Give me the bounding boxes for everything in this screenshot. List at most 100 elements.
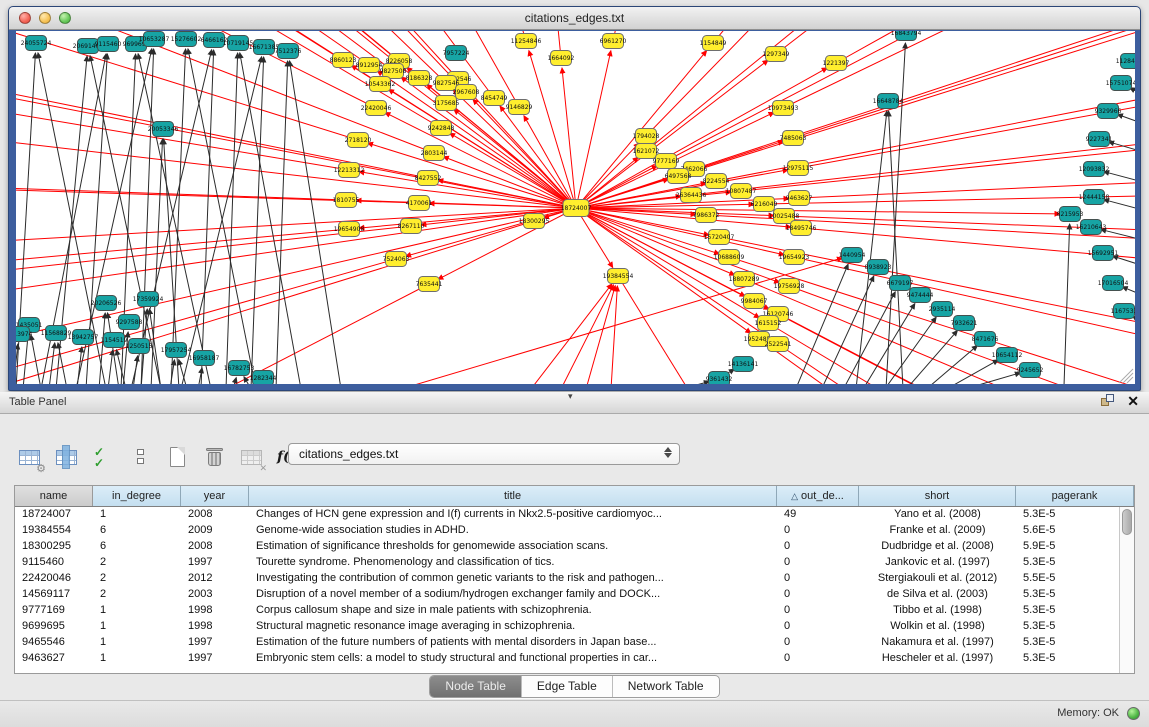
- network-node-label: 9227341: [1086, 136, 1113, 143]
- table-cell: 1: [93, 619, 181, 635]
- network-edge: [611, 286, 617, 384]
- delete-table-button[interactable]: ✕: [238, 444, 266, 472]
- table-settings-button[interactable]: ⚙: [16, 444, 44, 472]
- select-all-button[interactable]: ✓✓: [90, 444, 118, 472]
- network-node-label: 15751074: [1106, 80, 1135, 87]
- scrollbar-thumb[interactable]: [1122, 509, 1132, 535]
- table-row[interactable]: 946554611997Estimation of the future num…: [15, 635, 1134, 651]
- network-node-label: 8224554: [703, 178, 730, 185]
- table-cell: 2003: [181, 587, 249, 603]
- table-row[interactable]: 977716911998Corpus callosum shape and si…: [15, 603, 1134, 619]
- splitter-collapse-icon[interactable]: ▾: [568, 391, 573, 402]
- network-edge: [240, 53, 301, 384]
- table-row[interactable]: 969969511998Structural magnetic resonanc…: [15, 619, 1134, 635]
- memory-status-led[interactable]: [1127, 707, 1140, 720]
- column-header-title[interactable]: title: [249, 486, 777, 506]
- network-edge: [856, 111, 887, 384]
- tab-network-table[interactable]: Network Table: [613, 676, 719, 697]
- column-header-label: name: [40, 490, 68, 502]
- network-node-label: 26364436: [676, 192, 707, 199]
- network-node-label: 9474444: [907, 292, 934, 299]
- table-cell: 5.9E-5: [1016, 539, 1134, 555]
- network-node-label: 16782753: [224, 365, 255, 372]
- network-node-label: 6679197: [887, 280, 914, 287]
- table-select-combobox[interactable]: citations_edges.txt: [288, 443, 680, 465]
- table-panel-title: Table Panel: [9, 396, 67, 408]
- table-row[interactable]: 2242004622012Investigating the contribut…: [15, 571, 1134, 587]
- network-node-label: 2522541: [765, 341, 792, 348]
- network-node-label: 7957224: [443, 50, 470, 57]
- network-node-label: 14136141: [728, 361, 759, 368]
- table-cell: 5.3E-5: [1016, 555, 1134, 571]
- resize-grip[interactable]: [1119, 369, 1133, 383]
- table-row[interactable]: 1872400712008Changes of HCN gene express…: [15, 507, 1134, 523]
- network-edge: [90, 56, 161, 384]
- network-node-label: 9329966: [1095, 108, 1122, 115]
- column-header-in-degree[interactable]: in_degree: [93, 486, 181, 506]
- network-edge: [226, 53, 238, 384]
- float-panel-icon[interactable]: [1101, 394, 1115, 408]
- close-panel-icon[interactable]: ✕: [1127, 394, 1139, 408]
- table-row[interactable]: 1830029562008Estimation of significance …: [15, 539, 1134, 555]
- network-node-label: 1282344: [250, 375, 277, 382]
- network-node-label: 9146829: [506, 104, 533, 111]
- network-edge: [613, 31, 894, 41]
- network-node-label: 7524063: [383, 256, 410, 263]
- column-header-label: in_degree: [112, 490, 161, 502]
- network-node-label: 1154519: [101, 337, 128, 344]
- table-cell: Estimation of the future numbers of pati…: [249, 635, 777, 651]
- column-header-name[interactable]: name: [15, 486, 93, 506]
- network-node-label: 19654908: [334, 226, 365, 233]
- table-cell: 1998: [181, 603, 249, 619]
- network-node-label: 17359924: [133, 296, 164, 303]
- table-cell: 0: [777, 603, 859, 619]
- table-row[interactable]: 1456911722003Disruption of a novel membe…: [15, 587, 1134, 603]
- row-height-button[interactable]: [127, 444, 155, 472]
- column-header-pagerank[interactable]: pagerank: [1016, 486, 1134, 506]
- network-edge: [776, 31, 1135, 54]
- new-file-button[interactable]: [164, 444, 192, 472]
- column-header-label: title: [504, 490, 521, 502]
- network-node-label: 24055724: [21, 40, 52, 47]
- network-node-label: 8454749: [481, 95, 508, 102]
- network-edge: [678, 31, 1135, 176]
- table-row[interactable]: 1938455462009Genome-wide association stu…: [15, 523, 1134, 539]
- combobox-arrows-icon: [664, 447, 672, 458]
- table-cell: Franke et al. (2009): [859, 523, 1016, 539]
- network-edge: [108, 350, 113, 384]
- column-header-out-de-[interactable]: △out_de...: [777, 486, 859, 506]
- table-vertical-scrollbar[interactable]: [1119, 507, 1134, 673]
- delete-button[interactable]: [201, 444, 229, 472]
- network-edge: [500, 106, 576, 208]
- network-edge: [789, 286, 1135, 384]
- network-node-label: 1154849: [700, 40, 727, 47]
- column-header-year[interactable]: year: [181, 486, 249, 506]
- network-canvas[interactable]: 1872400788601238912954822605898275081054…: [16, 31, 1135, 384]
- table-cell: 1: [93, 635, 181, 651]
- tab-edge-table[interactable]: Edge Table: [522, 676, 613, 697]
- column-header-short[interactable]: short: [859, 486, 1016, 506]
- table-panel-titlebar[interactable]: ▾ Table Panel ✕: [0, 392, 1149, 414]
- table-row[interactable]: 911546021997Tourette syndrome. Phenomeno…: [15, 555, 1134, 571]
- column-header-label: short: [925, 490, 949, 502]
- table-cell: 1997: [181, 555, 249, 571]
- network-node-label: 13942757: [68, 334, 99, 341]
- network-node-label: 9777169: [653, 158, 680, 165]
- table-cell: 5.6E-5: [1016, 523, 1134, 539]
- window-titlebar[interactable]: citations_edges.txt: [9, 7, 1140, 30]
- network-edge: [713, 31, 1135, 43]
- tab-node-table[interactable]: Node Table: [430, 676, 522, 697]
- table-cell: 6: [93, 523, 181, 539]
- table-row[interactable]: 946362711997Embryonic stem cells: a mode…: [15, 651, 1134, 667]
- show-columns-button[interactable]: [53, 444, 81, 472]
- network-node-label: 19756928: [774, 283, 805, 290]
- table-cell: 9463627: [15, 651, 93, 667]
- network-edge: [1064, 224, 1070, 384]
- sort-ascending-icon: △: [791, 491, 798, 502]
- network-node-label: 18724007: [561, 205, 592, 212]
- network-edge: [1104, 172, 1135, 183]
- network-node-label: 8427552: [415, 175, 442, 182]
- network-node-label: 7485063: [780, 135, 807, 142]
- table-cell: 0: [777, 555, 859, 571]
- network-edge: [16, 208, 576, 241]
